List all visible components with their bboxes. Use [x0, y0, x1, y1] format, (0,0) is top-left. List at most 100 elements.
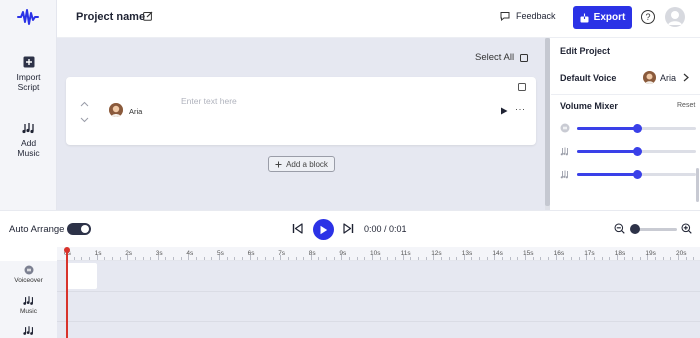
ruler-major-tick — [586, 255, 588, 260]
track-label-text: Voiceover — [14, 277, 43, 284]
ruler-minor-tick — [440, 257, 442, 260]
default-voice-name[interactable]: Aria — [660, 73, 676, 83]
ruler-minor-tick — [356, 257, 358, 260]
chevron-up-icon[interactable] — [80, 101, 89, 107]
ruler-major-tick — [341, 255, 343, 260]
add-block-label: Add a block — [286, 159, 328, 169]
track-label-voiceover: Voiceover — [0, 265, 57, 284]
ruler-major-tick — [310, 255, 312, 260]
playhead[interactable] — [66, 250, 68, 338]
music-notes-icon — [560, 170, 568, 179]
mixer-row-music-1 — [560, 146, 696, 156]
play-icon — [320, 225, 328, 234]
track-label-text: Music — [20, 308, 37, 315]
ruler-minor-tick — [364, 257, 366, 260]
ruler-minor-tick — [639, 257, 641, 260]
zoom-out-icon[interactable] — [614, 223, 625, 234]
ruler-minor-tick — [425, 257, 427, 260]
track-area[interactable] — [57, 261, 700, 338]
skip-back-icon[interactable] — [292, 223, 303, 234]
ruler-minor-tick — [417, 257, 419, 260]
script-block[interactable]: Aria Enter text here ··· — [66, 77, 536, 145]
add-block-button[interactable]: Add a block — [268, 156, 335, 172]
ruler-minor-tick — [104, 257, 106, 260]
select-all-checkbox[interactable] — [520, 53, 529, 62]
ruler-major-tick — [463, 255, 465, 260]
zoom-in-icon[interactable] — [681, 223, 692, 234]
edit-pencil-icon[interactable] — [143, 11, 153, 21]
help-icon[interactable]: ? — [641, 10, 655, 24]
music-notes-icon — [22, 296, 33, 305]
feedback-label: Feedback — [516, 11, 556, 21]
add-music-button[interactable]: Add Music — [0, 122, 57, 158]
default-voice-avatar[interactable] — [643, 71, 656, 84]
ruler-minor-tick — [264, 257, 266, 260]
ruler-minor-tick — [272, 257, 274, 260]
block-text-input[interactable]: Enter text here — [181, 96, 237, 106]
feedback-button[interactable]: Feedback — [500, 11, 556, 21]
reset-button[interactable]: Reset — [677, 102, 695, 109]
ruler-minor-tick — [479, 257, 481, 260]
speaker-avatar[interactable] — [109, 103, 123, 117]
music-notes-icon — [22, 326, 33, 335]
ruler-major-tick — [555, 255, 557, 260]
ruler-major-tick — [525, 255, 526, 260]
slider-handle[interactable] — [632, 170, 642, 179]
time-ruler[interactable]: 0s1s2s3s4s5s6s7s8s9s10s11s12s13s14s15s16… — [57, 247, 700, 261]
ruler-minor-tick — [655, 257, 657, 260]
more-options-icon[interactable]: ··· — [515, 104, 526, 114]
ruler-major-tick — [219, 255, 220, 260]
project-name[interactable]: Project name — [76, 11, 145, 23]
play-button[interactable] — [313, 219, 334, 240]
play-icon[interactable] — [500, 107, 508, 115]
app-logo-icon[interactable] — [17, 8, 39, 26]
ruler-minor-tick — [134, 257, 136, 260]
ruler-minor-tick — [693, 257, 695, 260]
playhead-handle[interactable] — [63, 247, 70, 253]
music-notes-icon — [21, 123, 34, 134]
ruler-minor-tick — [486, 257, 488, 260]
ruler-minor-tick — [303, 257, 305, 260]
ruler-major-tick — [372, 255, 373, 260]
zoom-slider-handle[interactable] — [630, 224, 640, 234]
time-display: 0:00 / 0:01 — [364, 224, 407, 234]
ruler-minor-tick — [685, 257, 687, 260]
chat-bubble-icon — [500, 12, 510, 21]
chevron-right-icon[interactable] — [683, 73, 689, 82]
slider-handle[interactable] — [632, 124, 642, 133]
select-all-control[interactable]: Select All — [475, 52, 529, 63]
music-volume-slider-2[interactable] — [577, 170, 696, 179]
ruler-minor-tick — [578, 257, 580, 260]
music-volume-slider-1[interactable] — [577, 147, 696, 156]
export-button[interactable]: Export — [573, 6, 632, 29]
voiceover-volume-slider[interactable] — [577, 124, 696, 133]
top-header: Project name Feedback Export ? — [57, 0, 700, 38]
ruler-minor-tick — [203, 257, 205, 260]
ruler-minor-tick — [211, 257, 213, 260]
user-avatar[interactable] — [665, 7, 685, 27]
ruler-minor-tick — [601, 257, 603, 260]
ruler-minor-tick — [349, 257, 351, 260]
plus-icon — [275, 161, 282, 167]
auto-arrange-toggle[interactable] — [67, 223, 91, 235]
mixer-row-music-2 — [560, 169, 696, 179]
skip-forward-icon[interactable] — [343, 223, 354, 234]
panel-scrollbar[interactable] — [696, 168, 699, 202]
slider-handle[interactable] — [632, 147, 642, 156]
ruler-minor-tick — [670, 257, 672, 260]
ruler-minor-tick — [379, 257, 381, 260]
add-music-label-1: Add — [20, 138, 37, 148]
chevron-down-icon[interactable] — [80, 117, 89, 123]
editor-scrollbar[interactable] — [545, 38, 550, 210]
ruler-minor-tick — [532, 257, 534, 260]
speaker-name[interactable]: Aria — [129, 107, 142, 116]
ruler-minor-tick — [448, 257, 450, 260]
voiceover-icon — [24, 265, 33, 275]
ruler-minor-tick — [609, 257, 611, 260]
voiceover-clip[interactable] — [66, 263, 97, 289]
ruler-minor-tick — [471, 257, 473, 260]
block-checkbox[interactable] — [518, 83, 526, 91]
ruler-major-tick — [96, 255, 98, 260]
add-music-label-2: Music — [17, 148, 40, 158]
import-script-button[interactable]: Import Script — [0, 56, 57, 92]
